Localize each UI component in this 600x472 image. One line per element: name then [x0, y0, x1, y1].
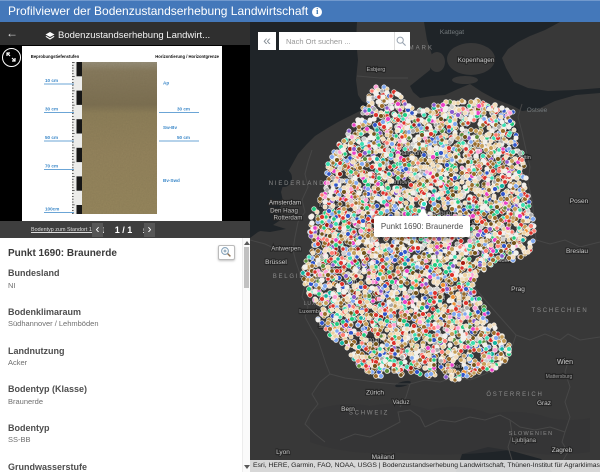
svg-text:FRANKREICH: FRANKREICH: [250, 414, 251, 420]
svg-text:Rotterdam: Rotterdam: [274, 215, 303, 222]
svg-text:30 cm: 30 cm: [177, 107, 190, 112]
svg-text:SCHWEIZ: SCHWEIZ: [349, 411, 389, 417]
svg-text:50 cm: 50 cm: [45, 135, 58, 140]
svg-text:10 cm: 10 cm: [45, 78, 58, 83]
svg-text:Wien: Wien: [557, 359, 573, 366]
svg-text:Brüssel: Brüssel: [265, 259, 287, 266]
svg-text:Ostsee: Ostsee: [527, 107, 548, 114]
svg-text:SLOWENIEN: SLOWENIEN: [509, 431, 554, 437]
svg-text:Kattegat: Kattegat: [440, 29, 464, 36]
svg-text:30 cm: 30 cm: [45, 107, 58, 112]
svg-text:Posen: Posen: [570, 198, 589, 205]
svg-text:Ap: Ap: [163, 81, 169, 86]
svg-text:Kopenhagen: Kopenhagen: [458, 57, 495, 64]
svg-text:TSCHECHIEN: TSCHECHIEN: [531, 308, 588, 314]
svg-text:Amsterdam: Amsterdam: [269, 200, 301, 207]
svg-text:Sw-Bv: Sw-Bv: [163, 125, 177, 130]
svg-text:50 cm: 50 cm: [177, 135, 190, 140]
svg-text:ÖSTERREICH: ÖSTERREICH: [486, 391, 543, 398]
svg-text:Esbjerg: Esbjerg: [367, 67, 386, 73]
svg-text:Mattersburg: Mattersburg: [546, 374, 573, 380]
svg-text:Vaduz: Vaduz: [392, 399, 409, 406]
svg-text:Prag: Prag: [511, 286, 525, 293]
svg-text:Antwerpen: Antwerpen: [271, 246, 301, 253]
svg-text:70 cm: 70 cm: [45, 164, 58, 169]
svg-text:Graz: Graz: [537, 400, 551, 407]
svg-text:100cm: 100cm: [45, 207, 59, 212]
svg-text:Zürich: Zürich: [366, 390, 384, 397]
svg-text:Den Haag: Den Haag: [270, 208, 298, 215]
svg-text:Beprobungstiefenstufen: Beprobungstiefenstufen: [31, 54, 80, 59]
svg-text:Bv-Swd: Bv-Swd: [163, 178, 180, 183]
svg-text:NIEDERLANDE: NIEDERLANDE: [269, 181, 331, 187]
svg-text:Ljubljana: Ljubljana: [512, 438, 537, 444]
svg-text:Breslau: Breslau: [566, 248, 588, 255]
svg-text:Zagreb: Zagreb: [552, 447, 573, 454]
svg-text:Horizontierung / Horizontgrenz: Horizontierung / Horizontgrenze: [155, 54, 219, 59]
svg-text:Lyon: Lyon: [276, 449, 290, 456]
